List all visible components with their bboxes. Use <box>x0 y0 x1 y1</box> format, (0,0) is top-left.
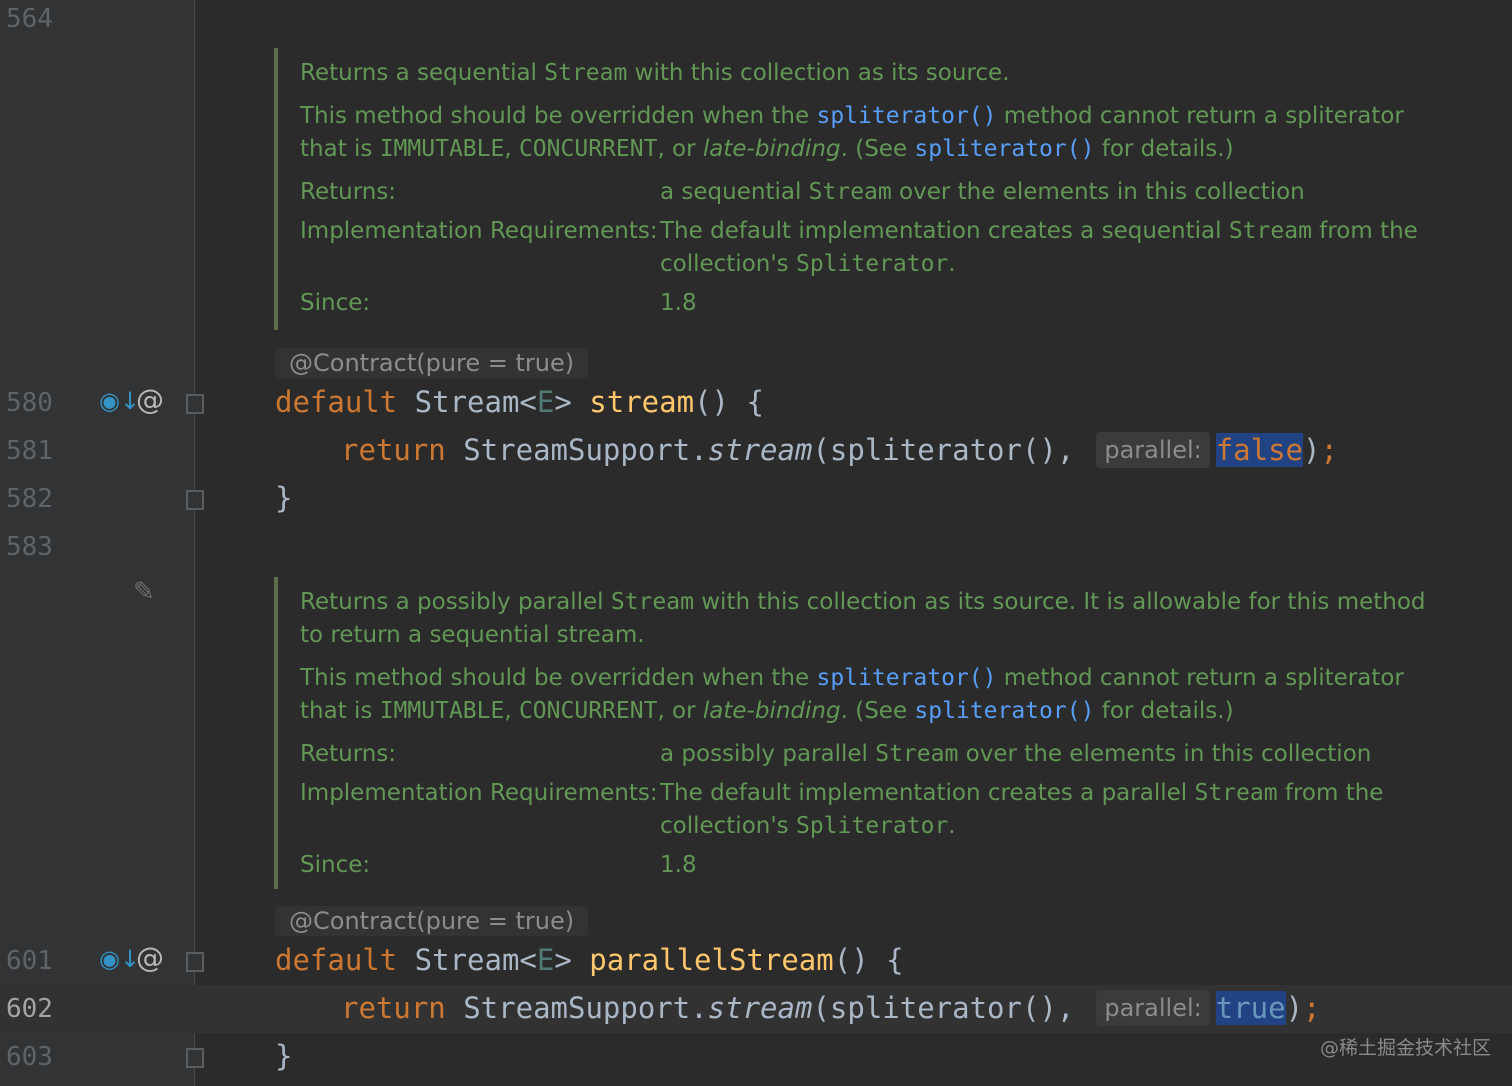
parameter-hint: parallel: <box>1096 432 1210 468</box>
doc-tag-value: a sequential Stream over the elements in… <box>660 179 1305 205</box>
code-line-603[interactable]: } <box>275 1038 292 1074</box>
doc-summary: Returns a possibly parallel Stream with … <box>300 589 1426 648</box>
doc-override-note: This method should be overridden when th… <box>300 665 1404 724</box>
annotation-icon[interactable]: @ <box>136 941 164 974</box>
fold-start-icon[interactable] <box>186 394 204 414</box>
code-line-582[interactable]: } <box>275 480 292 516</box>
code-line-601[interactable]: default Stream<E> parallelStream() { <box>275 942 904 978</box>
doc-tag-value: a possibly parallel Stream over the elem… <box>660 741 1372 767</box>
code-line-580[interactable]: default Stream<E> stream() { <box>275 384 764 420</box>
line-number[interactable]: 580 <box>6 388 53 418</box>
doc-summary: Returns a sequential Stream with this co… <box>300 60 1010 86</box>
doc-tag-label: Since: <box>300 290 371 316</box>
doc-tag-value: The default implementation creates a seq… <box>660 218 1418 277</box>
doc-tag-label: Returns: <box>300 179 397 205</box>
line-number[interactable]: 581 <box>6 436 53 466</box>
fold-end-icon[interactable] <box>186 1048 204 1068</box>
fold-end-icon[interactable] <box>186 490 204 510</box>
doc-override-note: This method should be overridden when th… <box>300 103 1404 162</box>
line-number[interactable]: 564 <box>6 4 53 34</box>
doc-tag-label: Returns: <box>300 741 397 767</box>
selected-token[interactable]: false <box>1215 433 1304 467</box>
gutter-separator <box>194 0 195 1086</box>
line-number[interactable]: 582 <box>6 484 53 514</box>
implemented-method-icon[interactable]: ◉↓ <box>99 945 140 973</box>
doc-tags-table: Returns: a possibly parallel Stream over… <box>300 738 1450 888</box>
doc-tag-value: 1.8 <box>660 852 697 878</box>
contract-annotation-hint[interactable]: @Contract(pure = true) <box>275 348 589 378</box>
fold-start-icon[interactable] <box>186 952 204 972</box>
doc-link[interactable]: spliterator() <box>816 665 996 691</box>
rendered-doc-comment[interactable]: Returns a sequential Stream with this co… <box>300 57 1450 326</box>
doc-tags-table: Returns: a sequential Stream over the el… <box>300 176 1450 326</box>
doc-link[interactable]: spliterator() <box>914 698 1094 724</box>
code-line-581[interactable]: return StreamSupport.stream(spliterator(… <box>341 432 1338 468</box>
implemented-method-icon[interactable]: ◉↓ <box>99 387 140 415</box>
doc-comment-bar <box>274 48 278 330</box>
doc-tag-label: Since: <box>300 852 371 878</box>
annotation-icon[interactable]: @ <box>136 383 164 416</box>
line-number[interactable]: 583 <box>6 532 53 562</box>
doc-link[interactable]: spliterator() <box>816 103 996 129</box>
doc-tag-label: Implementation Requirements: <box>300 780 658 806</box>
doc-tag-label: Implementation Requirements: <box>300 218 658 244</box>
contract-annotation-hint[interactable]: @Contract(pure = true) <box>275 906 589 936</box>
watermark: @稀土掘金技术社区 <box>1320 1037 1492 1059</box>
line-number-current[interactable]: 602 <box>6 994 53 1024</box>
parameter-hint: parallel: <box>1096 990 1210 1026</box>
doc-link[interactable]: spliterator() <box>914 136 1094 162</box>
doc-tag-value: The default implementation creates a par… <box>660 780 1384 839</box>
doc-comment-bar <box>274 577 278 889</box>
doc-tag-value: 1.8 <box>660 290 697 316</box>
edit-doc-icon[interactable]: ✎ <box>133 577 155 607</box>
line-number[interactable]: 603 <box>6 1042 53 1072</box>
line-number[interactable]: 601 <box>6 946 53 976</box>
code-line-602[interactable]: return StreamSupport.stream(spliterator(… <box>341 990 1321 1026</box>
rendered-doc-comment[interactable]: Returns a possibly parallel Stream with … <box>300 586 1450 888</box>
selected-token[interactable]: true <box>1215 991 1286 1025</box>
